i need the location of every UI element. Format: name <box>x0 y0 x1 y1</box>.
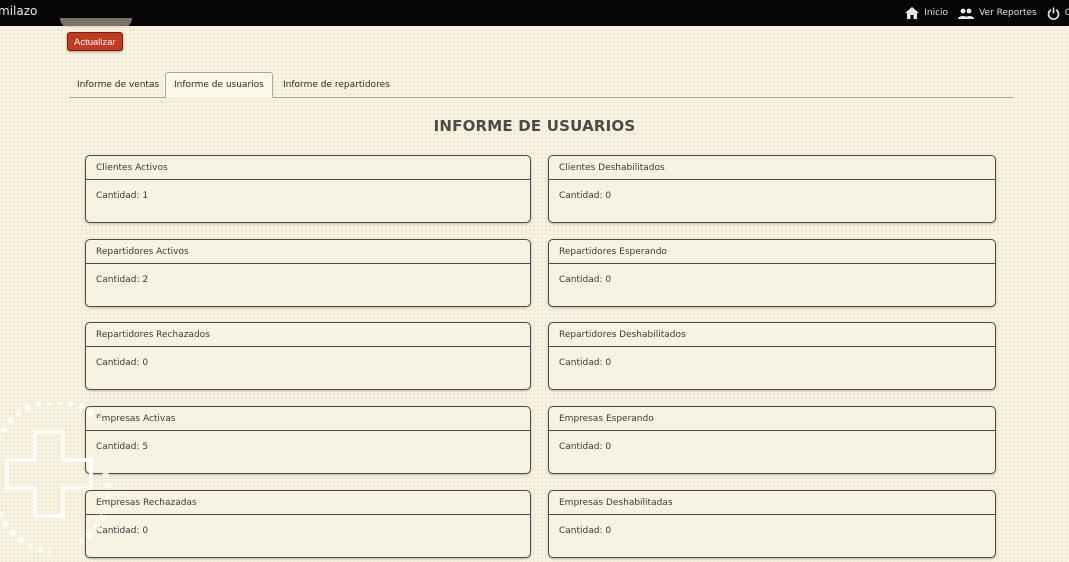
nav-ver-reportes[interactable]: Ver Reportes <box>958 8 1037 19</box>
nav-inicio-label: Inicio <box>924 8 949 18</box>
page-title: INFORME DE USUARIOS <box>433 117 636 135</box>
top-nav: Inicio Ver Reportes C <box>899 0 1069 26</box>
card-title: Repartidores Deshabilitados <box>549 323 995 347</box>
card-title: Repartidores Activos <box>86 240 530 264</box>
tab-informe-ventas[interactable]: Informe de ventas <box>69 74 167 96</box>
tab-informe-repartidores[interactable]: Informe de repartidores <box>275 74 398 96</box>
stat-card-clientes-deshabilitados: Clientes Deshabilitados Cantidad: 0 <box>548 155 996 223</box>
card-title: Repartidores Esperando <box>549 240 995 264</box>
nav-logout[interactable]: C <box>1047 7 1069 20</box>
stat-card-clientes-activos: Clientes Activos Cantidad: 1 <box>85 155 531 223</box>
card-title: Empresas Activas <box>86 407 530 431</box>
refresh-button[interactable]: Actualizar <box>67 32 123 51</box>
stat-card-empresas-deshabilitadas: Empresas Deshabilitadas Cantidad: 0 <box>548 490 996 558</box>
home-icon <box>905 7 920 19</box>
header-ornament <box>60 18 132 28</box>
nav-ver-reportes-label: Ver Reportes <box>979 8 1037 18</box>
stat-card-repartidores-activos: Repartidores Activos Cantidad: 2 <box>85 239 531 307</box>
card-value: Cantidad: 1 <box>96 191 149 201</box>
stat-card-repartidores-deshabilitados: Repartidores Deshabilitados Cantidad: 0 <box>548 322 996 390</box>
card-value: Cantidad: 0 <box>559 358 612 368</box>
card-title: Clientes Deshabilitados <box>549 156 995 180</box>
card-value: Cantidad: 0 <box>559 442 612 452</box>
stat-card-empresas-esperando: Empresas Esperando Cantidad: 0 <box>548 406 996 474</box>
card-title: Empresas Rechazadas <box>86 491 530 515</box>
people-icon <box>958 8 975 19</box>
card-title: Empresas Esperando <box>549 407 995 431</box>
tab-informe-usuarios[interactable]: Informe de usuarios <box>165 72 273 98</box>
card-title: Empresas Deshabilitadas <box>549 491 995 515</box>
card-value: Cantidad: 0 <box>559 275 612 285</box>
card-value: Cantidad: 0 <box>96 526 149 536</box>
card-title: Clientes Activos <box>86 156 530 180</box>
power-icon <box>1047 7 1060 20</box>
card-value: Cantidad: 2 <box>96 275 149 285</box>
nav-logout-label: C <box>1064 8 1069 18</box>
watermark-logo-icon <box>0 402 112 555</box>
report-tabs: Informe de ventas Informe de usuarios In… <box>69 72 1014 98</box>
stat-card-repartidores-esperando: Repartidores Esperando Cantidad: 0 <box>548 239 996 307</box>
card-title: Repartidores Rechazados <box>86 323 530 347</box>
stat-card-repartidores-rechazados: Repartidores Rechazados Cantidad: 0 <box>85 322 531 390</box>
card-value: Cantidad: 0 <box>559 191 612 201</box>
top-navbar: milazo Inicio Ver Reportes C <box>0 0 1069 26</box>
card-value: Cantidad: 0 <box>96 358 149 368</box>
brand-name[interactable]: milazo <box>0 4 37 18</box>
card-value: Cantidad: 5 <box>96 442 149 452</box>
nav-inicio[interactable]: Inicio <box>905 7 948 19</box>
card-value: Cantidad: 0 <box>559 526 612 536</box>
stat-card-empresas-activas: Empresas Activas Cantidad: 5 <box>85 406 531 474</box>
stat-card-empresas-rechazadas: Empresas Rechazadas Cantidad: 0 <box>85 490 531 558</box>
